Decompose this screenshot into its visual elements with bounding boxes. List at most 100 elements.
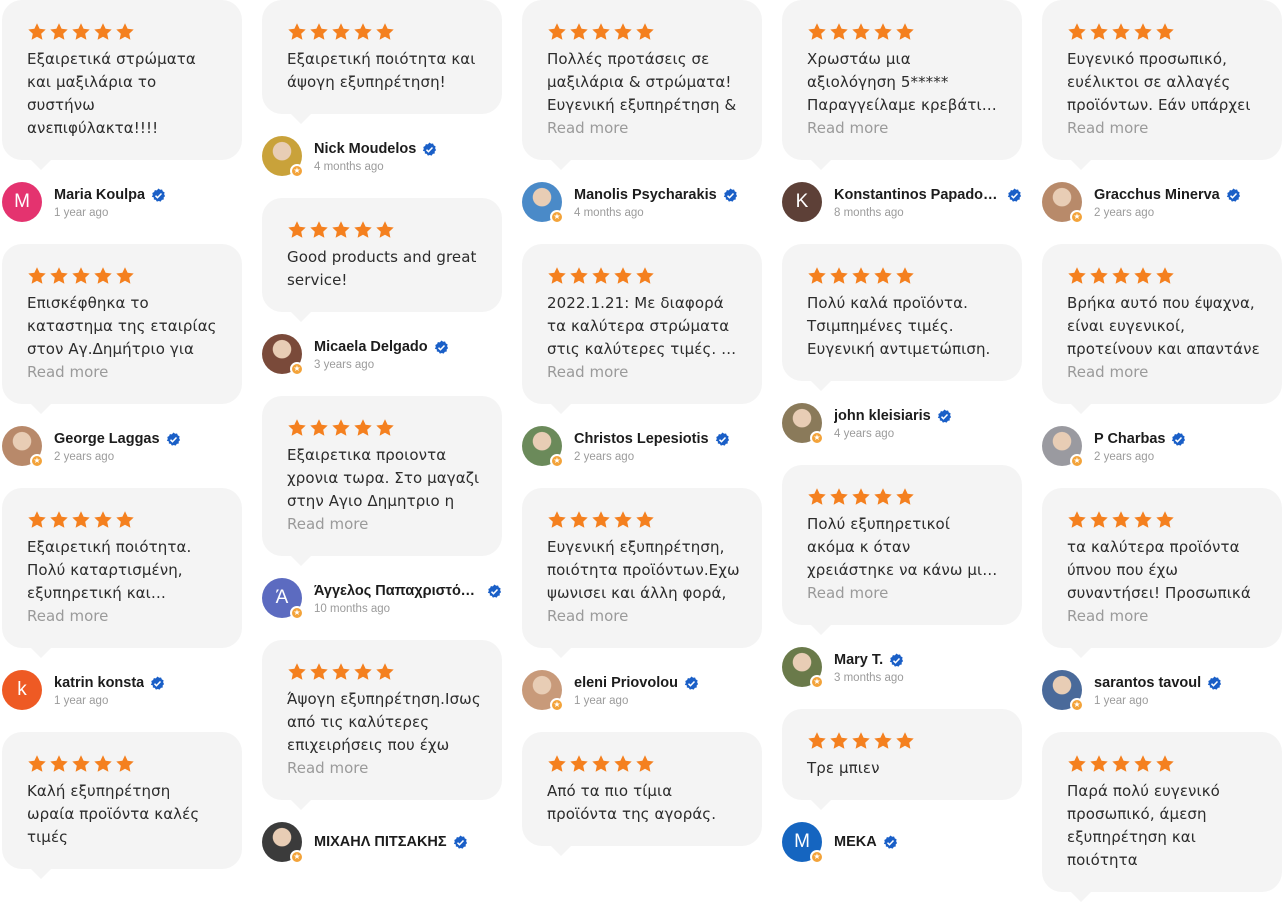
- author-meta: Gracchus Minerva 2 years ago: [1094, 185, 1241, 219]
- star-icon: [1111, 22, 1131, 42]
- read-more-link[interactable]: Read more: [547, 117, 742, 140]
- review-text: Πολλές προτάσεις σε μαξιλάρια & στρώματα…: [547, 50, 737, 114]
- review-bubble: Εξαιρετικά στρώματα και μαξιλάρια το συσ…: [2, 0, 242, 170]
- star-icon: [27, 754, 47, 774]
- review-bubble: 2022.1.21: Με διαφορά τα καλύτερα στρώμα…: [522, 244, 762, 414]
- star-icon: [873, 731, 893, 751]
- author-name[interactable]: George Laggas: [54, 431, 160, 447]
- author-meta: Άγγελος Παπαχριστόπουλος 10 months ago: [314, 581, 502, 615]
- review-author: ★ Nick Moudelos 4 months ago: [262, 136, 502, 178]
- avatar[interactable]: K: [782, 182, 822, 222]
- review-card: Πολύ εξυπηρετικοί ακόμα κ όταν χρειάστηκ…: [782, 465, 1022, 689]
- read-more-link[interactable]: Read more: [547, 361, 742, 384]
- author-name[interactable]: Micaela Delgado: [314, 339, 428, 355]
- star-rating: [27, 510, 222, 530]
- local-guide-badge-icon: ★: [550, 698, 564, 712]
- star-icon: [851, 266, 871, 286]
- avatar[interactable]: ★: [1042, 426, 1084, 468]
- star-icon: [375, 418, 395, 438]
- local-guide-badge-icon: ★: [550, 210, 564, 224]
- read-more-link[interactable]: Read more: [27, 361, 222, 384]
- star-icon: [93, 266, 113, 286]
- avatar[interactable]: k: [2, 670, 42, 710]
- read-more-link[interactable]: Read more: [287, 513, 482, 536]
- author-name[interactable]: Mary T.: [834, 652, 883, 668]
- author-name[interactable]: eleni Priovolou: [574, 675, 678, 691]
- avatar[interactable]: ★: [1042, 670, 1084, 712]
- review-time: 10 months ago: [314, 603, 391, 615]
- star-rating: [547, 510, 742, 530]
- review-card: Τρε μπιεν M ★ ΜΕΚΑ: [782, 709, 1022, 864]
- avatar[interactable]: Ά ★: [262, 578, 304, 620]
- read-more-link[interactable]: Read more: [807, 117, 1002, 140]
- review-column: Ευγενικό προσωπικό, ευέλικτοι σε αλλαγές…: [1042, 0, 1282, 914]
- star-icon: [1089, 266, 1109, 286]
- verified-icon: [883, 834, 898, 850]
- review-author: k katrin konsta 1 year ago: [2, 670, 242, 710]
- review-text: Εξαιρετικά στρώματα και μαξιλάρια το συσ…: [27, 50, 196, 137]
- avatar[interactable]: ★: [522, 182, 564, 224]
- author-name[interactable]: katrin konsta: [54, 675, 144, 691]
- verified-icon: [166, 431, 181, 447]
- star-icon: [1067, 266, 1087, 286]
- author-name[interactable]: ΜΙΧΑΗΛ ΠΙΤΣΑΚΗΣ: [314, 834, 447, 850]
- read-more-link[interactable]: Read more: [27, 605, 222, 628]
- avatar[interactable]: ★: [782, 647, 824, 689]
- avatar[interactable]: ★: [262, 822, 304, 864]
- review-author: ★ Mary T. 3 months ago: [782, 647, 1022, 689]
- star-rating: [287, 418, 482, 438]
- review-card: Χρωστάω μια αξιολόγηση 5***** Παραγγείλα…: [782, 0, 1022, 222]
- star-icon: [829, 487, 849, 507]
- avatar[interactable]: ★: [522, 426, 564, 468]
- author-meta: eleni Priovolou 1 year ago: [574, 673, 699, 707]
- author-name[interactable]: Nick Moudelos: [314, 141, 416, 157]
- avatar[interactable]: M: [2, 182, 42, 222]
- author-meta: George Laggas 2 years ago: [54, 429, 181, 463]
- read-more-link[interactable]: Read more: [1067, 361, 1262, 384]
- author-name[interactable]: Manolis Psycharakis: [574, 187, 717, 203]
- review-text: Βρήκα αυτό που έψαχνα, είναι ευγενικοί, …: [1067, 294, 1260, 358]
- local-guide-badge-icon: ★: [30, 454, 44, 468]
- author-name[interactable]: Maria Koulpa: [54, 187, 145, 203]
- star-rating: [1067, 510, 1262, 530]
- avatar[interactable]: ★: [522, 670, 564, 712]
- star-icon: [1155, 22, 1175, 42]
- author-name[interactable]: Άγγελος Παπαχριστόπουλος: [314, 583, 481, 599]
- author-meta: ΜΙΧΑΗΛ ΠΙΤΣΑΚΗΣ: [314, 832, 468, 852]
- read-more-link[interactable]: Read more: [1067, 605, 1262, 628]
- review-bubble: Παρά πολύ ευγενικό προσωπικό, άμεση εξυπ…: [1042, 732, 1282, 902]
- read-more-link[interactable]: Read more: [807, 582, 1002, 605]
- avatar[interactable]: M ★: [782, 822, 824, 864]
- avatar[interactable]: ★: [782, 403, 824, 445]
- avatar[interactable]: ★: [1042, 182, 1084, 224]
- author-name[interactable]: sarantos tavoul: [1094, 675, 1201, 691]
- author-name[interactable]: Christos Lepesiotis: [574, 431, 709, 447]
- star-rating: [807, 731, 1002, 751]
- review-bubble: Εξαιρετικα προιοντα χρονια τωρα. Στο μαγ…: [262, 396, 502, 566]
- author-meta: Micaela Delgado 3 years ago: [314, 337, 449, 371]
- verified-icon: [487, 583, 502, 599]
- avatar[interactable]: ★: [262, 136, 304, 178]
- author-name[interactable]: Konstantinos Papadopoulos: [834, 187, 1001, 203]
- star-rating: [287, 662, 482, 682]
- local-guide-badge-icon: ★: [1070, 210, 1084, 224]
- review-bubble: Πολλές προτάσεις σε μαξιλάρια & στρώματα…: [522, 0, 762, 170]
- author-name[interactable]: P Charbas: [1094, 431, 1165, 447]
- read-more-link[interactable]: Read more: [1067, 117, 1262, 140]
- avatar[interactable]: ★: [2, 426, 44, 468]
- star-icon: [591, 754, 611, 774]
- read-more-link[interactable]: Read more: [547, 605, 742, 628]
- star-icon: [49, 22, 69, 42]
- review-text: Good products and great service!: [287, 248, 477, 289]
- star-icon: [613, 510, 633, 530]
- avatar[interactable]: ★: [262, 334, 304, 376]
- star-icon: [1089, 510, 1109, 530]
- star-icon: [591, 22, 611, 42]
- review-card: Πολλές προτάσεις σε μαξιλάρια & στρώματα…: [522, 0, 762, 224]
- read-more-link[interactable]: Read more: [287, 757, 482, 780]
- review-card: τα καλύτερα προϊόντα ύπνου που έχω συναν…: [1042, 488, 1282, 712]
- author-name[interactable]: Gracchus Minerva: [1094, 187, 1220, 203]
- review-bubble: Επισκέφθηκα το καταστημα της εταιρίας στ…: [2, 244, 242, 414]
- author-name[interactable]: ΜΕΚΑ: [834, 834, 877, 850]
- author-name[interactable]: john kleisiaris: [834, 408, 931, 424]
